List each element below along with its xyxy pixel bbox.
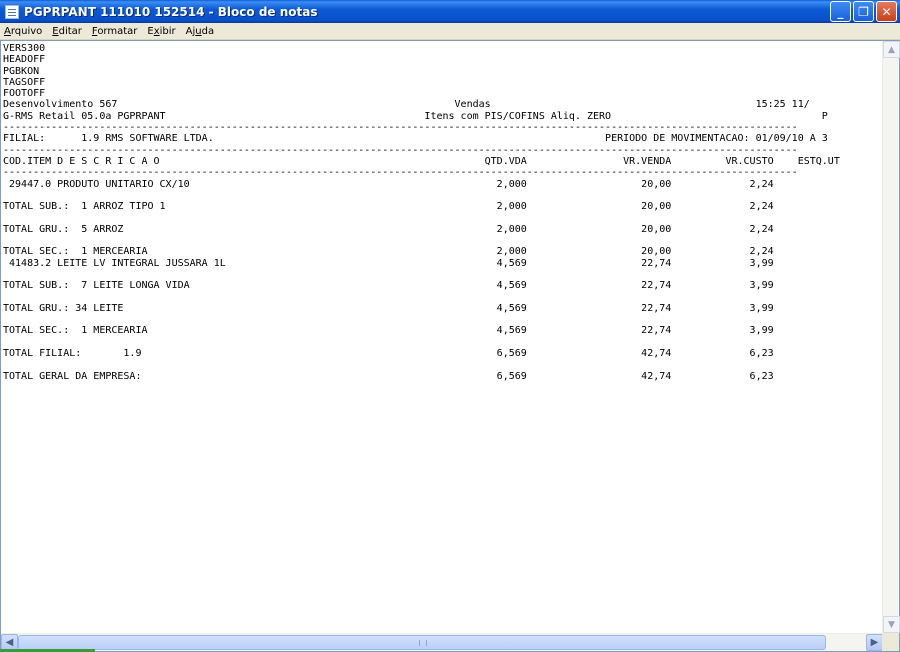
menu-formatar[interactable]: Formatar	[87, 26, 143, 37]
text-line: TOTAL GRU.: 34 LEITE 4,569 22,74 3,99	[3, 302, 774, 314]
text-line	[3, 292, 883, 303]
text-line: FILIAL: 1.9 RMS SOFTWARE LTDA. PERIODO D…	[3, 133, 828, 145]
scrollbar-corner	[882, 633, 899, 651]
text-line: TOTAL FILIAL: 1.9 6,569 42,74 6,23	[3, 348, 774, 360]
text-line: G-RMS Retail 05.0a PGPRPANT Itens com PI…	[3, 110, 828, 122]
text-line: HEADOFF	[3, 54, 46, 66]
text-line	[3, 190, 883, 201]
horizontal-scrollbar[interactable]: ◀ ▶	[1, 633, 883, 651]
text-line: TOTAL GERAL DA EMPRESA: 6,569 42,74 6,23	[3, 370, 774, 382]
text-line: 41483.2 LEITE LV INTEGRAL JUSSARA 1L 4,5…	[3, 257, 774, 269]
text-line: Desenvolvimento 567 Vendas 15:25 11/	[3, 99, 810, 111]
text-line	[3, 269, 883, 280]
notepad-icon[interactable]	[5, 4, 19, 19]
horizontal-scroll-thumb[interactable]	[18, 635, 826, 650]
text-line	[3, 337, 883, 348]
text-line: TOTAL SEC.: 1 MERCEARIA 2,000 20,00 2,24	[3, 246, 774, 258]
text-line: TOTAL GRU.: 5 ARROZ 2,000 20,00 2,24	[3, 223, 774, 235]
minimize-button[interactable]: _	[830, 1, 851, 22]
menu-ajuda[interactable]: Ajuda	[181, 26, 219, 37]
title-bar[interactable]: PGPRPANT 111010 152514 - Bloco de notas …	[0, 0, 900, 23]
menu-exibir[interactable]: Exibir	[142, 26, 180, 37]
text-line: 29447.0 PRODUTO UNITARIO CX/10 2,000 20,…	[3, 178, 774, 190]
menu-editar[interactable]: Editar	[47, 26, 87, 37]
text-line: TOTAL SEC.: 1 MERCEARIA 4,569 22,74 3,99	[3, 325, 774, 337]
text-line: ----------------------------------------…	[3, 167, 798, 179]
window-controls: _ ❐ ✕	[830, 1, 897, 22]
text-line	[3, 314, 883, 325]
scroll-right-button[interactable]: ▶	[866, 634, 883, 651]
text-line: COD.ITEM D E S C R I C A O QTD.VDA VR.VE…	[3, 155, 840, 167]
text-line	[3, 359, 883, 370]
document-text[interactable]: VERS300 HEADOFF PGBKON TAGSOFF FOOTOFF Desenv…	[3, 43, 883, 631]
text-line: ----------------------------------------…	[3, 144, 798, 156]
text-line	[3, 212, 883, 223]
scroll-up-button[interactable]: ▲	[883, 41, 900, 58]
text-line: TOTAL SUB.: 7 LEITE LONGA VIDA 4,569 22,…	[3, 280, 774, 292]
maximize-button[interactable]: ❐	[853, 1, 874, 22]
text-line: FOOTOFF	[3, 88, 46, 100]
close-button[interactable]: ✕	[876, 1, 897, 22]
text-line	[3, 235, 883, 246]
vertical-scrollbar[interactable]: ▲ ▼	[882, 41, 900, 633]
text-line: PGBKON	[3, 65, 40, 77]
text-editor[interactable]: VERS300 HEADOFF PGBKON TAGSOFF FOOTOFF Desenv…	[0, 40, 900, 652]
menu-arquivo[interactable]: Arquivo	[0, 26, 47, 37]
menu-bar: Arquivo Editar Formatar Exibir Ajuda	[0, 23, 900, 40]
scroll-down-button[interactable]: ▼	[883, 616, 900, 633]
text-line: ----------------------------------------…	[3, 122, 798, 134]
window-title: PGPRPANT 111010 152514 - Bloco de notas	[24, 4, 318, 19]
text-line: TOTAL SUB.: 1 ARROZ TIPO 1 2,000 20,00 2…	[3, 201, 774, 213]
text-line: TAGSOFF	[3, 76, 46, 88]
text-line: VERS300	[3, 43, 46, 54]
